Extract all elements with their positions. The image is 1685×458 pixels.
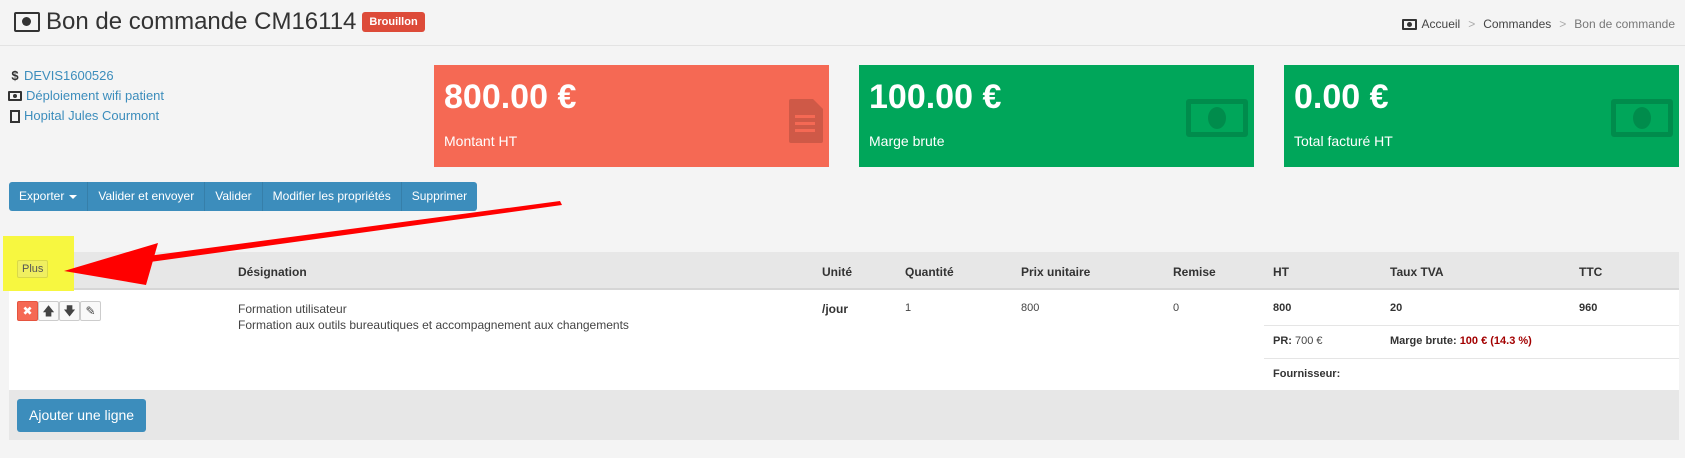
add-line-button[interactable]: Ajouter une ligne [17, 399, 147, 432]
divider [1264, 358, 1679, 359]
table-footer: Ajouter une ligne [9, 390, 1679, 440]
breadcrumb-home[interactable]: Accueil [1422, 17, 1461, 31]
money-icon [1186, 99, 1248, 137]
pr-value: 700 € [1295, 335, 1323, 347]
marge-label: Marge brute: [1390, 335, 1457, 347]
document-icon [789, 99, 823, 143]
line-unit: /jour [822, 302, 848, 316]
col-remise: Remise [1173, 265, 1216, 279]
arrow-down-icon[interactable]: 🡇 [59, 301, 80, 321]
col-quantite: Quantité [905, 265, 954, 279]
breadcrumb-commandes[interactable]: Commandes [1483, 17, 1551, 31]
pr-label: PR: [1273, 335, 1292, 347]
divider [1264, 325, 1679, 326]
col-taux-tva: Taux TVA [1390, 265, 1444, 279]
stat-marge-brute: 100.00 € Marge brute [859, 65, 1254, 167]
edit-properties-button[interactable]: Modifier les propriétés [262, 182, 402, 211]
col-ttc: TTC [1579, 265, 1603, 279]
delete-button[interactable]: Supprimer [401, 182, 478, 211]
col-designation: Désignation [238, 265, 307, 279]
money-icon [8, 91, 22, 101]
building-icon [10, 109, 20, 123]
money-icon [14, 12, 40, 32]
export-dropdown-button[interactable]: Exporter [9, 182, 89, 211]
stat-label: Montant HT [444, 133, 518, 149]
dollar-icon: $ [11, 68, 19, 83]
col-prix-unitaire: Prix unitaire [1021, 265, 1091, 279]
breadcrumb-separator: > [1468, 17, 1476, 31]
more-button[interactable]: Plus [17, 260, 49, 278]
line-quantity: 1 [905, 302, 912, 314]
stat-total-facture: 0.00 € Total facturé HT [1284, 65, 1679, 167]
breadcrumb-current: Bon de commande [1574, 17, 1675, 31]
status-badge: Brouillon [362, 12, 425, 32]
export-label: Exporter [19, 189, 65, 203]
line-description: Formation aux outils bureautiques et acc… [238, 318, 629, 332]
table-row: Formation utilisateur Formation aux outi… [9, 290, 1679, 390]
line-designation: Formation utilisateur [238, 302, 347, 316]
stat-value: 800.00 € [444, 78, 577, 116]
col-unite: Unité [822, 265, 852, 279]
money-icon [1401, 18, 1417, 30]
order-lines-table: Désignation Unité Quantité Prix unitaire… [9, 252, 1679, 440]
client-link[interactable]: Hopital Jules Courmont [24, 106, 159, 126]
page-title: Bon de commande CM16114 [46, 8, 357, 35]
line-discount: 0 [1173, 302, 1180, 314]
money-icon [1611, 99, 1673, 137]
page-header: Bon de commande CM16114 Brouillon Accuei… [0, 0, 1685, 46]
devis-link[interactable]: DEVIS1600526 [24, 66, 114, 86]
validate-button[interactable]: Valider [205, 182, 263, 211]
validate-and-send-button[interactable]: Valider et envoyer [88, 182, 206, 211]
caret-down-icon [69, 194, 78, 199]
order-info: $ DEVIS1600526 Déploiement wifi patient H… [8, 66, 164, 126]
line-fournisseur: Fournisseur: [1273, 368, 1341, 380]
stat-montant-ht: 800.00 € Montant HT [434, 65, 829, 167]
breadcrumb-separator: > [1559, 17, 1567, 31]
line-ttc: 960 [1579, 302, 1598, 314]
table-header: Désignation Unité Quantité Prix unitaire… [9, 252, 1679, 290]
edit-icon[interactable]: ✎ [80, 301, 101, 321]
line-marge: Marge brute: 100 € (14.3 %) [1390, 335, 1532, 347]
line-pr: PR: 700 € [1273, 335, 1323, 347]
line-ht: 800 [1273, 302, 1292, 314]
breadcrumb: Accueil > Commandes > Bon de commande [1401, 17, 1675, 31]
arrow-up-icon[interactable]: 🡅 [38, 301, 59, 321]
delete-line-icon[interactable]: ✖ [17, 301, 38, 321]
project-link[interactable]: Déploiement wifi patient [26, 86, 164, 106]
title-block: Bon de commande CM16114 Brouillon [14, 8, 425, 36]
marge-value: 100 € (14.3 %) [1459, 335, 1532, 347]
line-unit-price: 800 [1021, 302, 1040, 314]
col-ht: HT [1273, 265, 1289, 279]
action-toolbar: Exporter Valider et envoyer Valider Modi… [9, 182, 478, 211]
line-tva: 20 [1390, 302, 1403, 314]
